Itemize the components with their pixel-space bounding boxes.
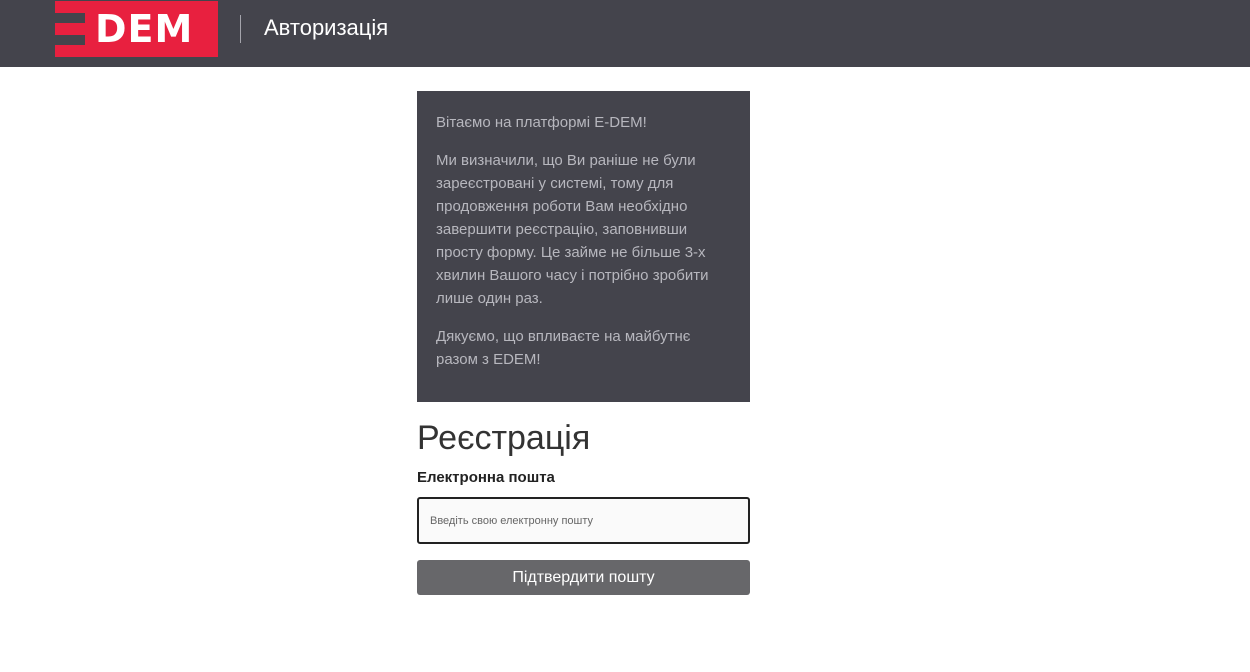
logo-lines-icon xyxy=(55,1,85,57)
thanks-paragraph: Дякуємо, що впливаєте на майбутнє разом … xyxy=(436,328,691,368)
registration-notice-paragraph: Ми визначили, що Ви раніше не були зареє… xyxy=(436,152,709,307)
email-label: Електронна пошта xyxy=(417,469,555,486)
header-divider xyxy=(240,15,241,43)
page-title: Авторизація xyxy=(264,15,389,40)
welcome-paragraph: Вітаємо на платформі E-DEM! xyxy=(436,114,647,131)
welcome-info-box: Вітаємо на платформі E-DEM! Ми визначили… xyxy=(417,91,750,402)
registration-title: Реєстрація xyxy=(417,419,591,457)
logo-text: DEM xyxy=(85,1,218,57)
confirm-email-button[interactable]: Підтвердити пошту xyxy=(417,560,750,595)
top-bar: DEM Авторизація xyxy=(0,0,1250,67)
edem-logo[interactable]: DEM xyxy=(55,1,218,57)
email-input[interactable] xyxy=(417,497,750,544)
